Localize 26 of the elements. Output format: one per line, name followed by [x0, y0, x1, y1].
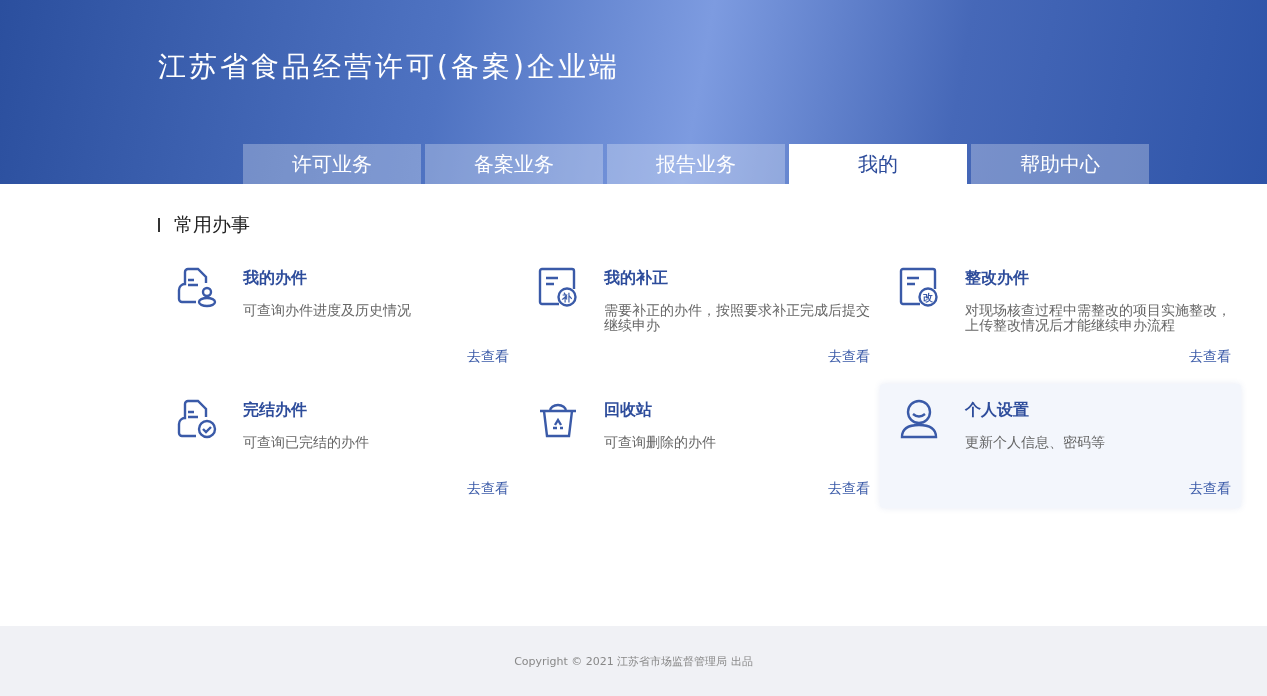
- user-icon: [898, 398, 940, 440]
- card-description: 需要补正的办件，按照要求补正完成后提交继续申办: [604, 303, 870, 333]
- view-link[interactable]: 去查看: [1189, 480, 1231, 498]
- card-title: 回收站: [604, 400, 653, 421]
- view-link[interactable]: 去查看: [467, 480, 509, 498]
- card-description: 可查询已完结的办件: [243, 435, 370, 450]
- card-title: 我的补正: [604, 268, 669, 289]
- document-check-icon: [176, 398, 218, 440]
- view-link[interactable]: 去查看: [1189, 348, 1231, 366]
- site-title: 江苏省食品经营许可(备案)企业端: [157, 49, 621, 85]
- view-link[interactable]: 去查看: [828, 480, 870, 498]
- card-title: 个人设置: [965, 400, 1030, 421]
- copyright-text: Copyright © 2021 江苏省市场监督管理局 出品: [514, 653, 753, 669]
- nav-tab[interactable]: 我的: [789, 144, 967, 184]
- card-description: 可查询办件进度及历史情况: [243, 303, 412, 318]
- view-link[interactable]: 去查看: [828, 348, 870, 366]
- card-description: 可查询删除的办件: [604, 435, 717, 450]
- document-person-icon: [176, 266, 218, 308]
- card-title: 完结办件: [243, 400, 308, 421]
- card-description: 对现场核查过程中需整改的项目实施整改，上传整改情况后才能继续申办流程: [965, 303, 1231, 333]
- card-description: 更新个人信息、密码等: [965, 435, 1106, 450]
- section-title: 常用办事: [174, 212, 250, 237]
- card-title: 整改办件: [965, 268, 1030, 289]
- card-title: 我的办件: [243, 268, 308, 289]
- view-link[interactable]: 去查看: [467, 348, 509, 366]
- service-card[interactable]: 个人设置 更新个人信息、密码等 去查看: [880, 384, 1241, 508]
